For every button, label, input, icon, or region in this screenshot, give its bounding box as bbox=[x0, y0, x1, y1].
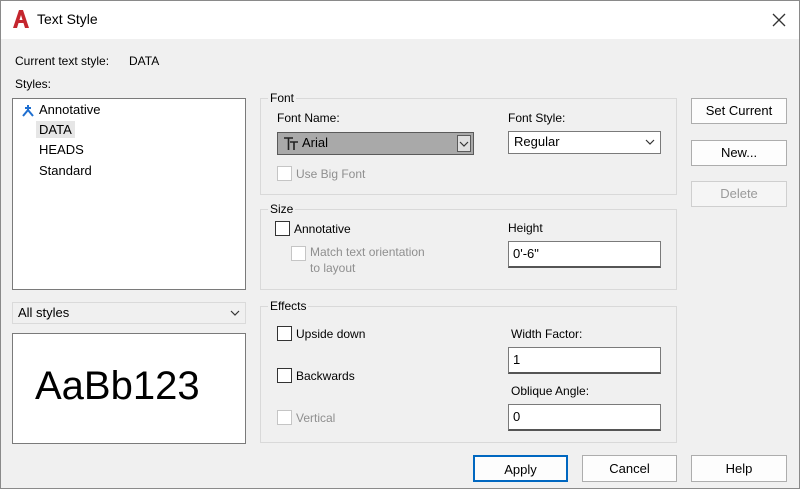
oblique-angle-input[interactable]: 0 bbox=[508, 404, 661, 431]
preview-box: AaBb123 bbox=[12, 333, 246, 444]
new-button[interactable]: New... bbox=[691, 140, 787, 166]
cancel-button[interactable]: Cancel bbox=[582, 455, 677, 482]
delete-button[interactable]: Delete bbox=[691, 181, 787, 207]
effects-group-title: Effects bbox=[268, 299, 309, 313]
font-style-label: Font Style: bbox=[508, 111, 566, 125]
current-style-value: DATA bbox=[129, 54, 160, 68]
window-title: Text Style bbox=[37, 11, 98, 27]
font-name-dropdown[interactable]: Arial bbox=[277, 132, 474, 155]
font-name-dropdown-button[interactable] bbox=[457, 135, 471, 152]
match-orientation-label-line2: to layout bbox=[310, 261, 356, 275]
list-item-annotative[interactable]: Annotative bbox=[13, 100, 245, 120]
font-style-value: Regular bbox=[514, 134, 560, 149]
text-style-dialog: Text Style Current text style: DATA Styl… bbox=[0, 0, 800, 489]
width-factor-input[interactable]: 1 bbox=[508, 347, 661, 374]
styles-filter-value: All styles bbox=[18, 305, 70, 320]
width-factor-label: Width Factor: bbox=[511, 327, 583, 341]
close-button[interactable] bbox=[765, 7, 793, 33]
chevron-down-icon bbox=[645, 139, 655, 145]
use-big-font-label: Use Big Font bbox=[296, 167, 366, 181]
font-group-title: Font bbox=[268, 91, 297, 105]
list-item-heads[interactable]: HEADS bbox=[13, 140, 245, 160]
preview-text: AaBb123 bbox=[35, 364, 200, 408]
chevron-down-icon bbox=[459, 141, 469, 147]
backwards-checkbox[interactable] bbox=[277, 368, 292, 383]
font-style-dropdown[interactable]: Regular bbox=[508, 131, 661, 154]
styles-label: Styles: bbox=[15, 77, 52, 91]
styles-list[interactable]: Annotative DATA HEADS Standard bbox=[12, 98, 246, 290]
close-icon bbox=[772, 13, 786, 27]
list-item-label: DATA bbox=[36, 121, 75, 138]
annotative-icon bbox=[22, 105, 34, 117]
font-name-value: Arial bbox=[302, 135, 329, 150]
truetype-font-icon bbox=[284, 137, 298, 150]
annotative-label: Annotative bbox=[294, 222, 351, 236]
list-item-data[interactable]: DATA bbox=[13, 120, 245, 140]
styles-filter-dropdown[interactable]: All styles bbox=[12, 302, 246, 324]
autocad-logo-icon bbox=[13, 10, 29, 28]
apply-button[interactable]: Apply bbox=[473, 455, 568, 482]
set-current-button[interactable]: Set Current bbox=[691, 98, 787, 124]
backwards-label: Backwards bbox=[296, 369, 355, 383]
font-name-label: Font Name: bbox=[277, 111, 340, 125]
height-label: Height bbox=[508, 221, 543, 235]
match-orientation-checkbox[interactable] bbox=[291, 246, 306, 261]
current-style-label: Current text style: bbox=[15, 54, 110, 68]
upside-down-checkbox[interactable] bbox=[277, 326, 292, 341]
vertical-label: Vertical bbox=[296, 411, 336, 425]
height-input[interactable]: 0'-6" bbox=[508, 241, 661, 268]
list-item-label: Annotative bbox=[39, 102, 101, 117]
use-big-font-checkbox[interactable] bbox=[277, 166, 292, 181]
vertical-checkbox[interactable] bbox=[277, 410, 292, 425]
annotative-checkbox[interactable] bbox=[275, 221, 290, 236]
size-group-title: Size bbox=[268, 202, 296, 216]
list-item-label: Standard bbox=[39, 163, 92, 178]
help-button[interactable]: Help bbox=[691, 455, 787, 482]
title-bar[interactable]: Text Style bbox=[1, 1, 799, 39]
upside-down-label: Upside down bbox=[296, 327, 366, 341]
list-item-standard[interactable]: Standard bbox=[13, 161, 245, 181]
oblique-angle-label: Oblique Angle: bbox=[511, 384, 590, 398]
match-orientation-label-line1: Match text orientation bbox=[310, 245, 425, 259]
list-item-label: HEADS bbox=[39, 142, 84, 157]
chevron-down-icon bbox=[230, 310, 240, 316]
